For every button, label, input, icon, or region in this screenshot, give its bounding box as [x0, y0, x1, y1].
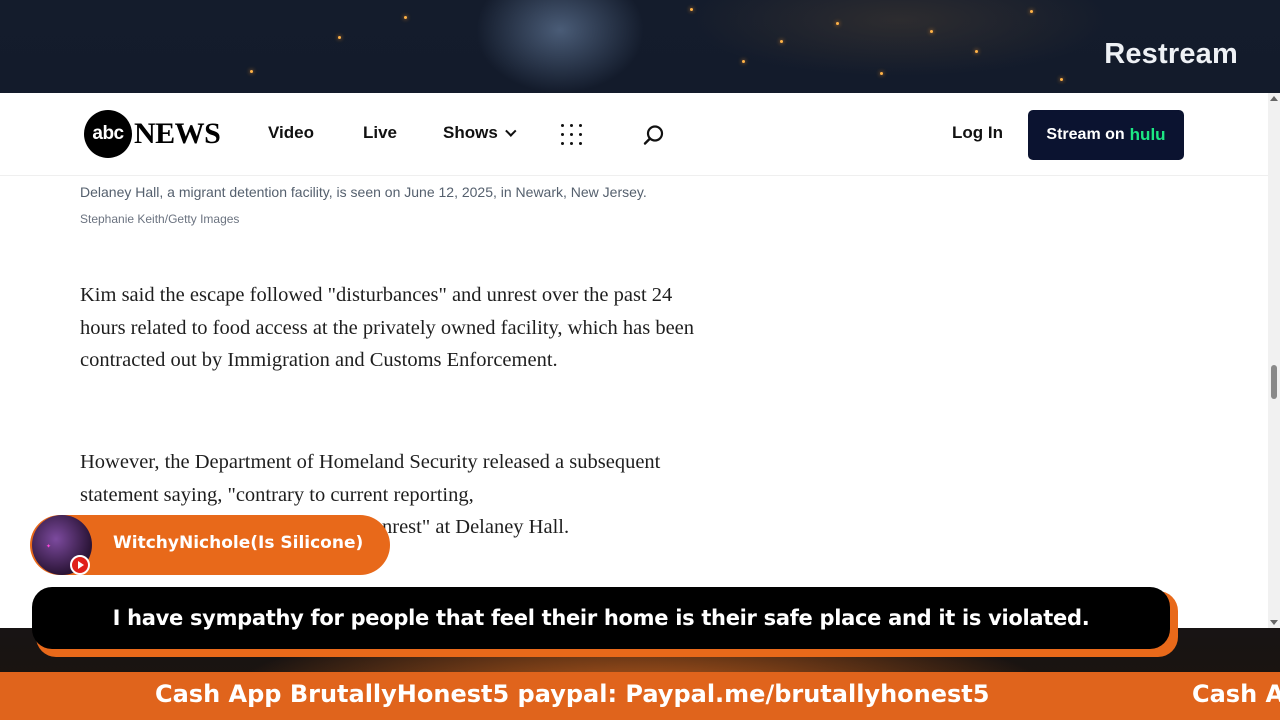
nav-shows[interactable]: Shows [443, 123, 517, 143]
spark [404, 16, 407, 19]
restream-logo: Restream [1104, 38, 1238, 70]
scrollbar-thumb[interactable] [1271, 365, 1277, 399]
spark [1030, 10, 1033, 13]
grid-menu-icon[interactable] [561, 124, 582, 145]
donation-ticker: Cash App BrutallyHonest5 paypal: Paypal.… [0, 672, 1280, 720]
chat-message-text: I have sympathy for people that feel the… [112, 606, 1090, 630]
youtube-icon [70, 555, 90, 575]
image-credit: Stephanie Keith/Getty Images [80, 212, 240, 226]
spark [690, 8, 693, 11]
spark [1060, 78, 1063, 81]
spark [338, 36, 341, 39]
search-icon[interactable] [643, 124, 665, 146]
avatar-artwork: ✦ [46, 543, 52, 550]
chat-user-badge: ✦ WitchyNichole(Is Silicone) [30, 515, 390, 575]
abc-news-logo[interactable]: abc NEWS [84, 110, 221, 158]
login-link[interactable]: Log In [952, 123, 1003, 143]
paragraph-text: However, the Department of Homeland Secu… [80, 451, 661, 506]
chevron-down-icon [504, 125, 517, 137]
scroll-down-arrow-icon[interactable] [1270, 620, 1278, 625]
chat-username: WitchyNichole(Is Silicone) [113, 533, 364, 553]
news-logo-word: NEWS [134, 117, 221, 150]
stream-on-hulu-button[interactable]: Stream on hulu [1028, 110, 1184, 160]
hulu-brand: hulu [1129, 125, 1166, 144]
spark [880, 72, 883, 75]
spark [836, 22, 839, 25]
ticker-text-repeat: Cash A [1192, 680, 1280, 708]
article-paragraph: Kim said the escape followed "disturbanc… [80, 284, 695, 371]
chat-message-box: I have sympathy for people that feel the… [32, 587, 1170, 649]
spark [780, 40, 783, 43]
scrollbar[interactable] [1268, 93, 1280, 628]
spark [742, 60, 745, 63]
abc-logo-circle: abc [84, 110, 132, 158]
nav-live[interactable]: Live [363, 123, 397, 143]
spark [975, 50, 978, 53]
ticker-text: Cash App BrutallyHonest5 paypal: Paypal.… [155, 680, 990, 708]
scroll-up-arrow-icon[interactable] [1270, 96, 1278, 101]
nav-shows-label: Shows [443, 123, 498, 142]
nav-video[interactable]: Video [268, 123, 314, 143]
image-caption: Delaney Hall, a migrant detention facili… [80, 184, 647, 200]
spark [930, 30, 933, 33]
hulu-button-prefix: Stream on [1046, 126, 1125, 143]
spark [250, 70, 253, 73]
site-navbar: abc NEWS Video Live Shows Log In Stream … [0, 93, 1268, 176]
